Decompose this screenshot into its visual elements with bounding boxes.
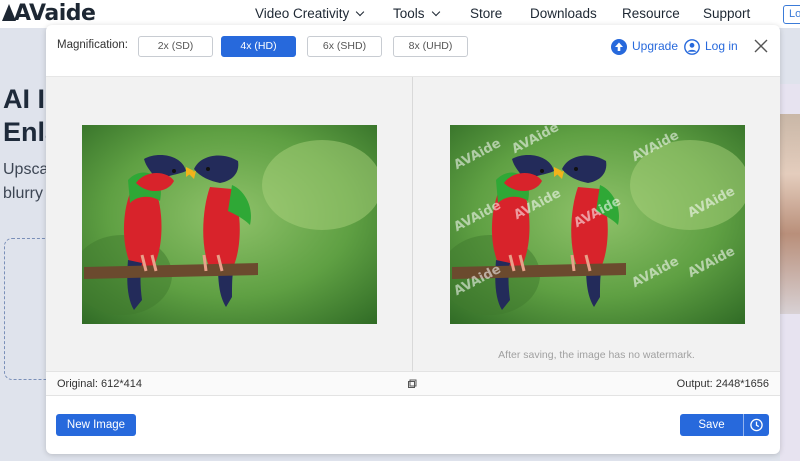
upgrade-link[interactable]: Upgrade [611,38,678,56]
close-icon[interactable] [753,38,769,54]
comparison-divider [412,77,413,372]
scale-option-6x[interactable]: 6x (SHD) [307,36,382,57]
site-logo[interactable]: AVaide [2,1,96,26]
output-size: Output: 2448*1656 [676,378,769,390]
history-button[interactable] [744,414,769,436]
new-image-button[interactable]: New Image [56,414,136,436]
nav-resource[interactable]: Resource [622,6,680,21]
scale-option-8x[interactable]: 8x (UHD) [393,36,468,57]
upload-circle-icon [611,38,627,55]
scale-option-4x[interactable]: 4x (HD) [221,36,296,57]
chevron-down-icon [431,7,440,17]
scale-option-2x[interactable]: 2x (SD) [138,36,213,57]
hero-side-image [780,84,800,461]
site-login-button[interactable]: Lo [783,5,800,24]
hero-subtitle: Upsca blurry [3,161,49,202]
chevron-down-icon [356,7,365,17]
lorikeets-photo [82,125,377,324]
nav-support[interactable]: Support [703,6,750,21]
lorikeets-photo [450,125,745,324]
upscale-dialog: Magnification: 2x (SD) 4x (HD) 6x (SHD) … [46,25,780,454]
nav-downloads[interactable]: Downloads [530,6,597,21]
save-button-group: Save [680,414,769,436]
site-header: AVaide Video Creativity Tools Store Down… [0,0,800,28]
portrait-photo [780,114,800,314]
save-button[interactable]: Save [680,414,743,436]
nav-store[interactable]: Store [470,6,502,21]
nav-tools[interactable]: Tools [393,6,440,21]
clock-icon [750,418,763,432]
nav-video-creativity[interactable]: Video Creativity [255,6,365,21]
login-link[interactable]: Log in [684,38,738,56]
original-image [82,125,377,324]
size-info-bar: Original: 612*414 Output: 2448*1656 [46,371,780,396]
compare-icon[interactable] [407,379,417,389]
magnification-label: Magnification: [57,39,128,51]
user-circle-icon [684,38,700,55]
comparison-area: AVAide AVAide AVAide AVAide AVAide AVAid… [46,76,780,372]
watermark-note: After saving, the image has no watermark… [498,349,695,361]
output-image-preview: AVAide AVAide AVAide AVAide AVAide AVAid… [450,125,745,324]
original-size: Original: 612*414 [57,378,143,390]
